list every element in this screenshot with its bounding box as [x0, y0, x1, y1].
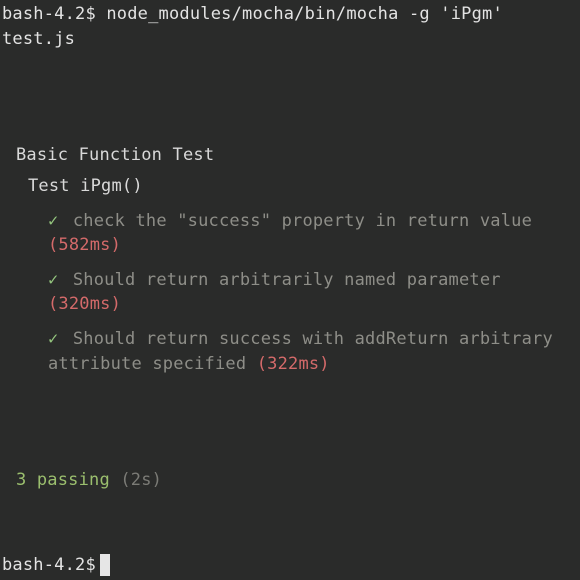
- cursor-icon: [100, 554, 110, 576]
- check-icon: ✓: [48, 329, 58, 349]
- subsuite-title: Test iPgm(): [0, 174, 580, 199]
- total-time: (2s): [120, 470, 162, 490]
- prompt-line-2[interactable]: bash-4.2$: [2, 554, 110, 576]
- shell-prompt: bash-4.2$: [2, 555, 96, 575]
- test-result-line: ✓ check the "success" property in return…: [0, 209, 580, 258]
- check-icon: ✓: [48, 270, 58, 290]
- check-icon: ✓: [48, 211, 58, 231]
- test-description: check the "success" property in return v…: [73, 211, 532, 231]
- test-result-line: ✓ Should return arbitrarily named parame…: [0, 268, 580, 317]
- spacer: [0, 51, 580, 143]
- test-description: Should return arbitrarily named paramete…: [73, 270, 501, 290]
- terminal-output: bash-4.2$ node_modules/mocha/bin/mocha -…: [0, 0, 580, 493]
- test-duration: (322ms): [257, 354, 330, 374]
- suite-title: Basic Function Test: [0, 143, 580, 168]
- test-result-line: ✓ Should return success with addReturn a…: [0, 327, 580, 376]
- passing-count: 3 passing: [16, 470, 110, 490]
- summary-line: 3 passing (2s): [0, 468, 580, 493]
- shell-prompt: bash-4.2$: [2, 4, 96, 24]
- test-duration: (582ms): [48, 235, 121, 255]
- spacer: [0, 376, 580, 468]
- test-duration: (320ms): [48, 294, 121, 314]
- prompt-line-1: bash-4.2$ node_modules/mocha/bin/mocha -…: [0, 0, 580, 51]
